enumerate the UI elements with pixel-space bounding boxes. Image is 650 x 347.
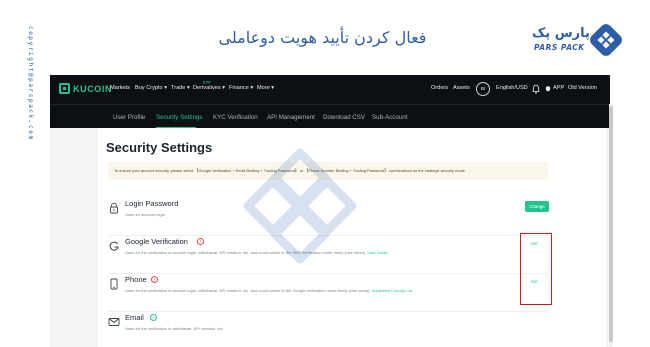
tab-kyc-verification[interactable]: KYC Verification — [213, 114, 258, 121]
tab-user-profile[interactable]: User Profile — [113, 114, 145, 121]
row-title: Phone — [125, 275, 147, 284]
nav-trade-label: Trade — [171, 85, 186, 91]
bell-icon[interactable] — [532, 84, 540, 94]
row-description: Used for account login. — [125, 212, 166, 217]
scrollbar-thumb[interactable] — [609, 106, 613, 342]
kucoin-logo[interactable]: KUCOIN — [59, 83, 112, 94]
change-password-button[interactable]: Change — [525, 201, 549, 212]
phone-row: Phone ! Used for the verification in acc… — [108, 274, 548, 312]
nav-buy-crypto-label: Buy Crypto — [135, 85, 163, 91]
nav-markets[interactable]: Markets — [110, 85, 130, 91]
row-description: Used for the verification in account log… — [125, 288, 413, 293]
nav-derivatives[interactable]: Derivatives ▾ — [193, 85, 225, 91]
highlight-box — [520, 233, 552, 305]
verified-check-icon: ✓ — [150, 314, 157, 321]
email-icon — [108, 318, 120, 326]
email-row: Email ✓ Used for the verification in wit… — [108, 312, 548, 347]
watermark-logo-icon — [243, 148, 357, 264]
kucoin-logo-icon — [59, 83, 70, 94]
page-heading: فعال کردن تأیید هویت دوعاملی — [218, 28, 427, 47]
row-description: Used for the verification in withdrawal,… — [125, 326, 224, 331]
nav-more-label: More — [257, 85, 270, 91]
account-tabs: User Profile Security Settings KYC Verif… — [50, 104, 610, 129]
nav-old-version[interactable]: Old Version — [568, 85, 597, 91]
nav-more[interactable]: More ▾ — [257, 85, 274, 91]
top-navigation: KUCOIN Markets Buy Crypto ▾ Trade ▾ ETF … — [50, 75, 610, 104]
google-icon — [109, 241, 119, 251]
nav-trade[interactable]: Trade ▾ — [171, 85, 190, 91]
kucoin-logo-text: KUCOIN — [73, 83, 113, 94]
nav-assets[interactable]: Assets — [453, 85, 470, 91]
apple-icon — [545, 86, 551, 92]
tab-download-csv[interactable]: Download CSV — [323, 114, 365, 121]
row-description-text: Used for the verification in account log… — [125, 288, 371, 293]
page-title: Security Settings — [106, 140, 213, 155]
phone-icon — [110, 278, 118, 290]
nav-derivatives-label: Derivatives — [193, 85, 221, 91]
brand-latin: PARS PACK — [534, 43, 585, 52]
brand-name: پارس پک — [532, 26, 590, 41]
row-title: Google Verification — [125, 237, 188, 246]
avatar[interactable]: BI — [476, 82, 490, 96]
side-copyright-text: copyright@parspack.com — [27, 26, 34, 141]
tab-sub-account[interactable]: Sub-Account — [372, 114, 407, 121]
supported-country-list-link[interactable]: Supported Country List — [372, 288, 413, 293]
row-title: Login Password — [125, 199, 179, 208]
tab-security-settings[interactable]: Security Settings — [156, 114, 202, 121]
nav-buy-crypto[interactable]: Buy Crypto ▾ — [135, 85, 167, 91]
language-currency-selector[interactable]: English/USD — [496, 85, 528, 91]
nav-app[interactable]: APP — [553, 85, 564, 91]
row-title: Email — [125, 313, 144, 322]
tab-api-management[interactable]: API Management — [267, 114, 315, 121]
warning-icon: ! — [151, 276, 158, 283]
warning-icon: ! — [197, 238, 204, 245]
nav-finance[interactable]: Finance ▾ — [229, 85, 253, 91]
nav-finance-label: Finance — [229, 85, 249, 91]
nav-orders[interactable]: Orders — [431, 85, 448, 91]
lock-icon — [110, 202, 118, 214]
